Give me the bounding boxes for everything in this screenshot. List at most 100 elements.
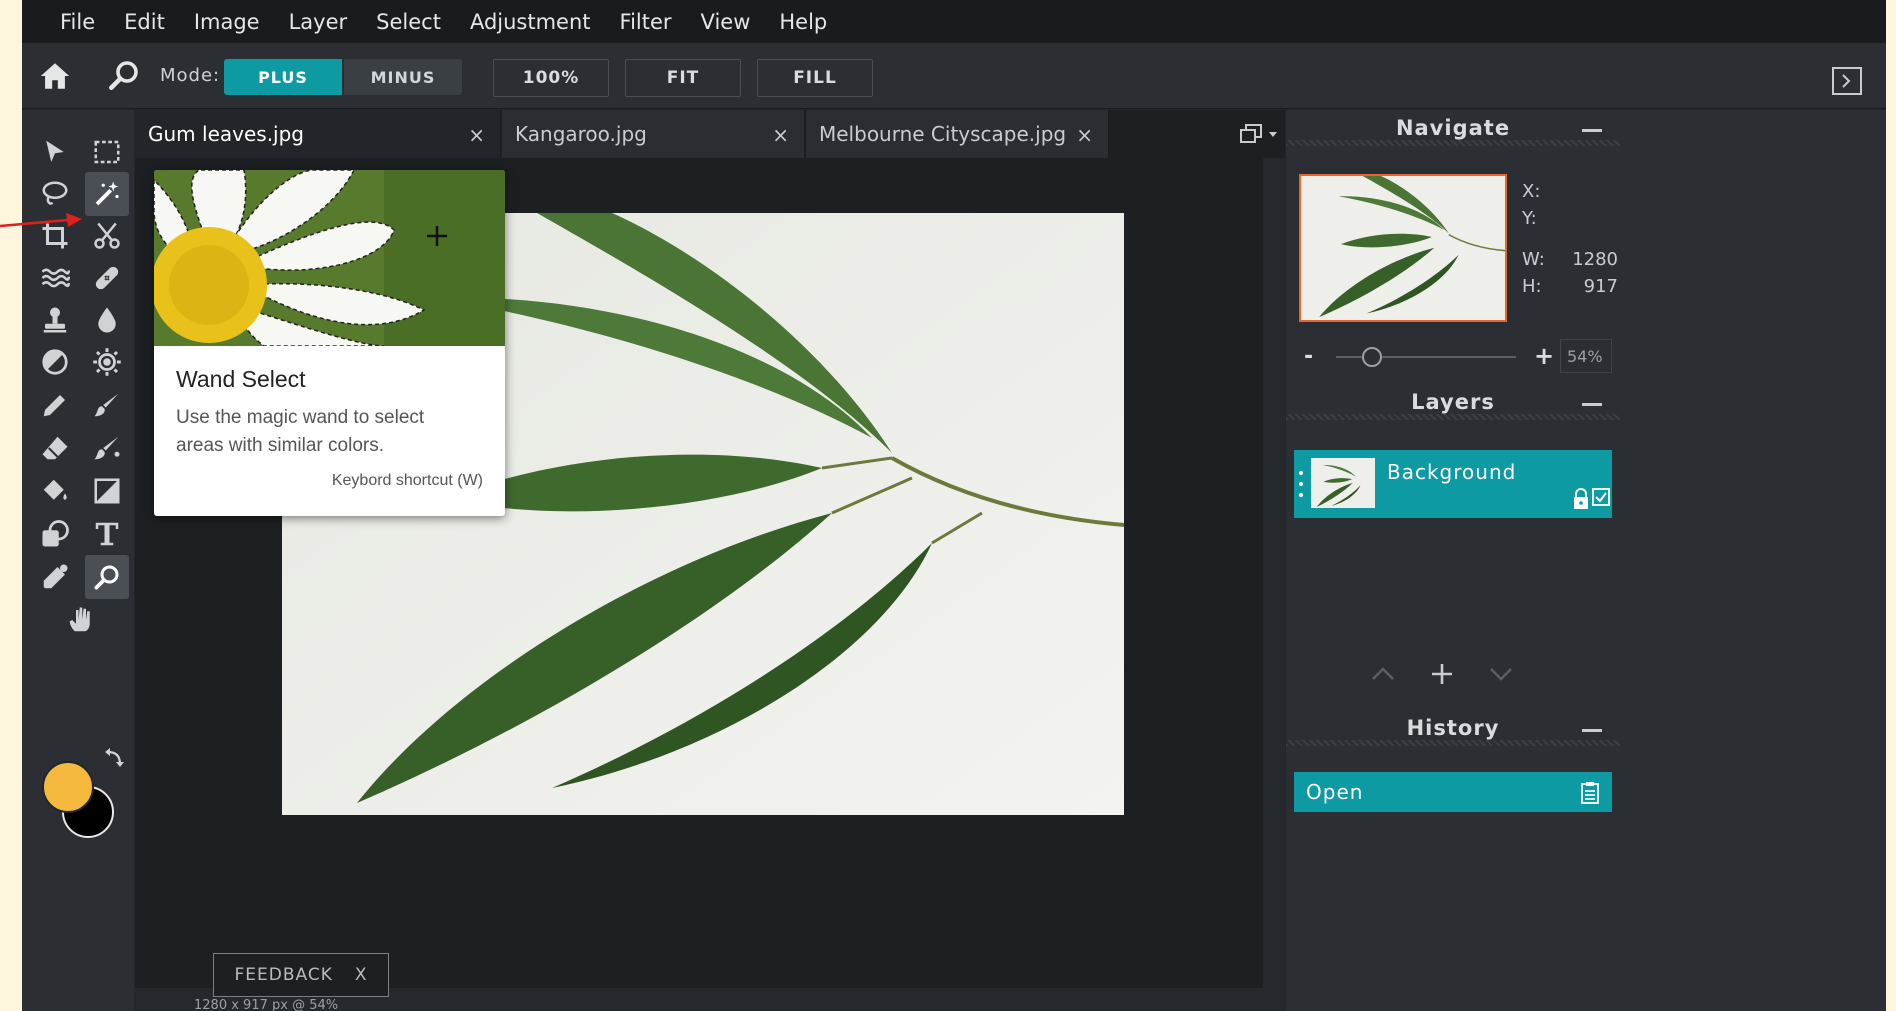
tab-kangaroo[interactable]: Kangaroo.jpg × <box>502 110 805 158</box>
sponge-icon[interactable] <box>85 340 129 384</box>
image-status: 1280 x 917 px @ 54% <box>194 998 339 1011</box>
navigate-header: Navigate <box>1286 110 1620 152</box>
liquify-icon[interactable] <box>33 256 77 300</box>
layers-header: Layers <box>1286 384 1620 426</box>
zoom-slider-handle[interactable] <box>1362 347 1382 367</box>
collapse-icon[interactable] <box>1582 129 1602 132</box>
collapse-icon[interactable] <box>1582 729 1602 732</box>
eyedropper-icon[interactable] <box>33 555 77 599</box>
y-label: Y: <box>1522 208 1537 229</box>
history-item[interactable]: Open <box>1294 772 1612 812</box>
zoom-fit-button[interactable]: FIT <box>625 59 741 97</box>
h-value: 917 <box>1583 276 1618 297</box>
menu-file[interactable]: File <box>60 10 95 34</box>
close-icon[interactable]: × <box>1076 123 1093 147</box>
layer-name: Background <box>1387 460 1517 484</box>
fill-bucket-icon[interactable] <box>33 469 77 513</box>
close-icon[interactable]: × <box>772 123 789 147</box>
x-label: X: <box>1522 181 1541 202</box>
menu-filter[interactable]: Filter <box>620 10 672 34</box>
document-icon <box>1581 782 1599 804</box>
cut-icon[interactable] <box>85 214 129 258</box>
menu-bar: File Edit Image Layer Select Adjustment … <box>22 0 1886 43</box>
menu-help[interactable]: Help <box>779 10 827 34</box>
close-icon[interactable]: × <box>468 123 485 147</box>
photo-editor-app: File Edit Image Layer Select Adjustment … <box>22 0 1886 1011</box>
zoom-control: - + 54% <box>1286 336 1620 376</box>
tab-label: Melbourne Cityscape.jpg <box>819 122 1067 146</box>
wand-select-tooltip: Wand Select Use the magic wand to select… <box>154 170 505 516</box>
history-header: History <box>1286 710 1620 752</box>
eraser-icon[interactable] <box>33 426 77 470</box>
feedback-button[interactable]: FEEDBACK X <box>213 953 389 997</box>
gradient-icon[interactable] <box>85 469 129 513</box>
magic-wand-icon[interactable] <box>85 172 129 216</box>
annotation-arrow-icon <box>0 213 82 228</box>
layer-controls <box>1286 656 1620 692</box>
brush-icon[interactable] <box>85 383 129 427</box>
document-tabs: Gum leaves.jpg × Kangaroo.jpg × Melbourn… <box>135 110 1285 158</box>
zoom-icon[interactable] <box>85 555 129 599</box>
tab-melbourne-cityscape[interactable]: Melbourne Cityscape.jpg × <box>806 110 1109 158</box>
menu-adjustment[interactable]: Adjustment <box>470 10 591 34</box>
pencil-icon[interactable] <box>33 383 77 427</box>
mode-label: Mode: <box>160 65 221 86</box>
w-label: W: <box>1522 249 1545 270</box>
tab-label: Gum leaves.jpg <box>148 122 304 146</box>
navigator-info: X: Y: W: 1280 H: 917 <box>1522 178 1618 300</box>
window-edge <box>0 0 22 1011</box>
window-arrange-icon[interactable] <box>1235 120 1283 148</box>
color-replace-icon[interactable] <box>85 426 129 470</box>
vertical-scrollbar[interactable] <box>1263 158 1285 988</box>
zoom-fill-button[interactable]: FILL <box>757 59 873 97</box>
add-layer-icon[interactable] <box>1429 662 1455 686</box>
tab-gum-leaves[interactable]: Gum leaves.jpg × <box>135 110 501 158</box>
drag-handle-icon[interactable] <box>1299 470 1303 498</box>
history-title: History <box>1406 716 1500 740</box>
menu-view[interactable]: View <box>701 10 751 34</box>
marquee-select-icon[interactable] <box>85 130 129 174</box>
feedback-label: FEEDBACK <box>234 965 333 985</box>
panel-toggle-icon[interactable] <box>1832 67 1862 95</box>
menu-edit[interactable]: Edit <box>124 10 165 34</box>
blur-icon[interactable] <box>85 298 129 342</box>
zoom-tool-icon[interactable] <box>106 57 142 93</box>
zoom-value-input[interactable]: 54% <box>1560 339 1612 373</box>
collapse-icon[interactable] <box>1582 403 1602 406</box>
wand-preview-image <box>154 170 505 347</box>
visibility-checkbox-icon[interactable] <box>1592 488 1610 506</box>
text-icon[interactable] <box>85 512 129 556</box>
dodge-icon[interactable] <box>33 340 77 384</box>
menu-layer[interactable]: Layer <box>289 10 348 34</box>
history-item-name: Open <box>1306 780 1364 804</box>
menu-image[interactable]: Image <box>194 10 260 34</box>
zoom-100-button[interactable]: 100% <box>493 59 609 97</box>
move-layer-up-icon[interactable] <box>1370 662 1396 686</box>
navigate-title: Navigate <box>1395 116 1511 140</box>
home-icon[interactable] <box>38 59 72 93</box>
hand-icon[interactable] <box>59 598 103 642</box>
navigator-thumbnail[interactable] <box>1299 174 1507 322</box>
zoom-in-button[interactable]: + <box>1534 342 1554 370</box>
tools-panel <box>22 110 134 1011</box>
menu-select[interactable]: Select <box>376 10 441 34</box>
zoom-out-button[interactable]: - <box>1304 344 1313 369</box>
h-label: H: <box>1522 276 1542 297</box>
mode-plus-button[interactable]: PLUS <box>224 59 342 95</box>
move-layer-down-icon[interactable] <box>1488 662 1514 686</box>
swap-colors-icon[interactable] <box>102 746 126 770</box>
feedback-close[interactable]: X <box>355 965 368 985</box>
tab-label: Kangaroo.jpg <box>515 122 647 146</box>
layer-thumbnail <box>1311 458 1375 508</box>
options-toolbar: Mode: PLUS MINUS 100% FIT FILL <box>22 43 1886 109</box>
tooltip-description: Use the magic wand to select areas with … <box>176 407 425 456</box>
shape-icon[interactable] <box>33 512 77 556</box>
layer-item[interactable]: Background <box>1294 450 1612 518</box>
heal-icon[interactable] <box>85 256 129 300</box>
clone-stamp-icon[interactable] <box>33 298 77 342</box>
lock-icon[interactable] <box>1572 488 1590 510</box>
foreground-color-swatch[interactable] <box>42 761 94 813</box>
mode-minus-button[interactable]: MINUS <box>344 59 462 95</box>
w-value: 1280 <box>1572 249 1618 270</box>
move-icon[interactable] <box>33 130 77 174</box>
